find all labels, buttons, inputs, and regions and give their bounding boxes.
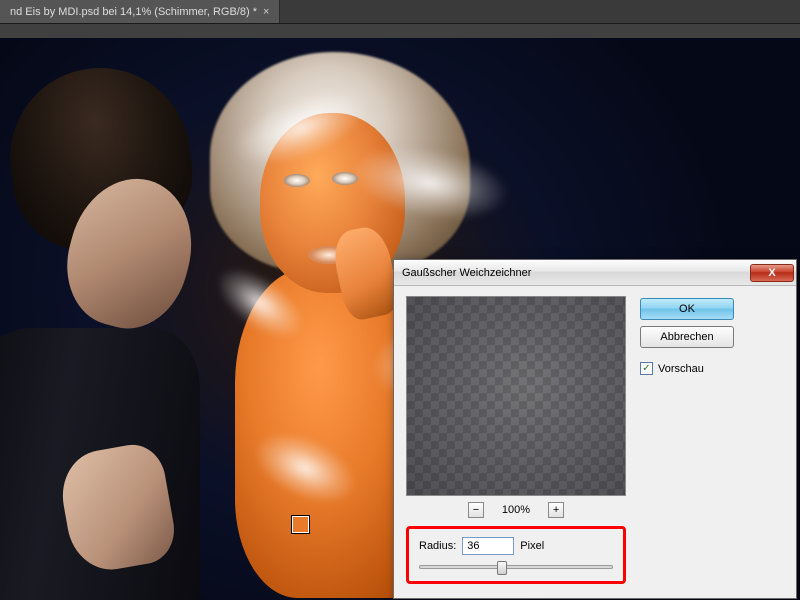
zoom-out-button[interactable]: − bbox=[468, 502, 484, 518]
document-tab-title: nd Eis by MDI.psd bei 14,1% (Schimmer, R… bbox=[10, 6, 257, 18]
color-swatch-indicator[interactable] bbox=[292, 516, 309, 533]
ok-button[interactable]: OK bbox=[640, 298, 734, 320]
document-tab[interactable]: nd Eis by MDI.psd bei 14,1% (Schimmer, R… bbox=[0, 0, 280, 23]
close-icon: X bbox=[768, 267, 775, 279]
document-tab-bar: nd Eis by MDI.psd bei 14,1% (Schimmer, R… bbox=[0, 0, 800, 24]
zoom-controls: − 100% + bbox=[406, 502, 626, 518]
zoom-in-button[interactable]: + bbox=[548, 502, 564, 518]
dialog-body: − 100% + Radius: Pixel OK Abbreche bbox=[394, 286, 796, 598]
radius-input[interactable] bbox=[462, 537, 514, 555]
preview-label: Vorschau bbox=[658, 363, 704, 375]
minus-icon: − bbox=[473, 505, 479, 516]
close-icon[interactable]: × bbox=[263, 6, 269, 18]
cancel-button[interactable]: Abbrechen bbox=[640, 326, 734, 348]
dialog-titlebar[interactable]: Gaußscher Weichzeichner X bbox=[394, 260, 796, 286]
radius-label: Radius: bbox=[419, 540, 456, 552]
zoom-value: 100% bbox=[502, 504, 530, 516]
filter-preview[interactable] bbox=[406, 296, 626, 496]
dialog-close-button[interactable]: X bbox=[750, 264, 794, 282]
preview-checkbox[interactable]: ✓ bbox=[640, 362, 653, 375]
radius-slider[interactable] bbox=[419, 565, 613, 569]
radius-slider-thumb[interactable] bbox=[497, 561, 507, 575]
radius-group-highlight: Radius: Pixel bbox=[406, 526, 626, 584]
dialog-title: Gaußscher Weichzeichner bbox=[402, 267, 750, 279]
gaussian-blur-dialog: Gaußscher Weichzeichner X − 100% + Radiu… bbox=[393, 259, 797, 599]
plus-icon: + bbox=[553, 505, 559, 516]
radius-unit: Pixel bbox=[520, 540, 544, 552]
